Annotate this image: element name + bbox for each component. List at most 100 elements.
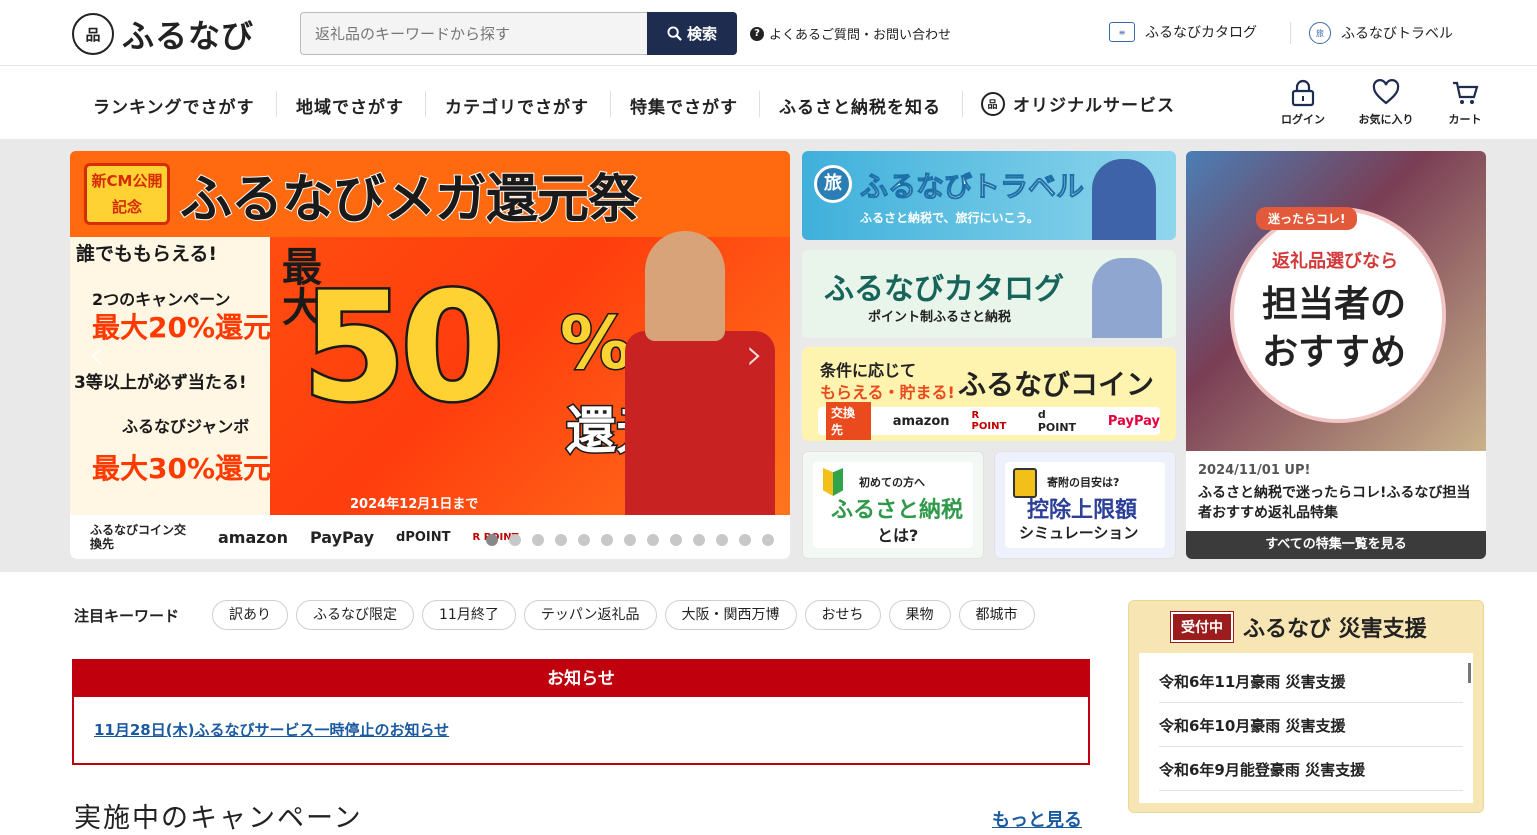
lock-icon	[1291, 79, 1315, 107]
nav-divider	[276, 91, 277, 117]
nav-about-furusato[interactable]: ふるさと納税を知る	[779, 93, 941, 118]
travel-banner-icon: 旅	[814, 165, 852, 203]
carousel-dot[interactable]	[693, 534, 705, 546]
banner-big-number: 50	[300, 259, 508, 438]
travel-link-label: ふるなびトラベル	[1341, 26, 1453, 42]
nav-region[interactable]: 地域でさがす	[296, 93, 404, 118]
header-divider	[1290, 22, 1291, 44]
recommend-date: 2024/11/01 UP!	[1198, 463, 1311, 478]
carousel-dot[interactable]	[509, 534, 521, 546]
nav-divider	[759, 91, 760, 117]
cart-label: カート	[1448, 113, 1482, 126]
search-icon	[667, 26, 682, 41]
carousel-dot[interactable]	[555, 534, 567, 546]
catalog-link[interactable]: ≡ ふるなびカタログ	[1109, 22, 1257, 42]
catalog-link-label: ふるなびカタログ	[1145, 25, 1257, 41]
disaster-support-panel: 受付中 ふるなび 災害支援 令和6年11月豪雨 災害支援 令和6年10月豪雨 災…	[1128, 600, 1484, 813]
nav-divider	[962, 91, 963, 117]
deduction-sim-inner: 寄附の目安は? 控除上限額 シミュレーション	[1005, 462, 1165, 548]
carousel-dot[interactable]	[716, 534, 728, 546]
site-logo[interactable]: 品 ふるなび	[72, 11, 254, 57]
catalog-banner-sub: ポイント制ふるさと納税	[868, 310, 1012, 325]
disaster-item[interactable]: 令和6年10月豪雨 災害支援	[1159, 715, 1463, 747]
keyword-chip[interactable]: ふるなび限定	[296, 600, 414, 630]
disaster-header: 受付中 ふるなび 災害支援	[1170, 611, 1427, 643]
keyword-chip[interactable]: 果物	[888, 600, 951, 630]
paypay-logo: PayPay	[1107, 413, 1160, 429]
beginner-card-sub: とは?	[877, 526, 919, 545]
main-carousel-banner[interactable]: 新CM公開記念 ふるなびメガ還元祭 誰でももらえる! 2つのキャンペーン 最大2…	[70, 151, 790, 559]
disaster-list-scrollbar[interactable]	[1468, 663, 1471, 683]
disaster-status-badge: 受付中	[1170, 611, 1234, 643]
travel-banner[interactable]: 旅 ふるなびトラベル ふるさと納税で、旅行にいこう。	[802, 151, 1176, 240]
recommend-description: ふるさと納税で迷ったらコレ!ふるなび担当者おすすめ返礼品特集	[1198, 485, 1471, 521]
keyword-chip[interactable]: おせち	[804, 600, 881, 630]
beginner-guide-inner: 初めての方へ ふるさと納税 とは?	[813, 462, 973, 548]
carousel-prev-icon[interactable]: ‹	[88, 329, 106, 380]
carousel-dot[interactable]	[532, 534, 544, 546]
login-button[interactable]: ログイン	[1273, 79, 1333, 127]
logo-mark-icon: 品	[72, 13, 114, 55]
cart-icon	[1453, 81, 1479, 104]
travel-icon: 旅	[1309, 22, 1331, 44]
catalog-banner-person	[1092, 258, 1162, 338]
notice-link[interactable]: 11月28日(木)ふるなびサービス一時停止のお知らせ	[94, 719, 449, 740]
banner-tag: 新CM公開記念	[84, 163, 170, 225]
search-button-label: 検索	[686, 25, 717, 43]
all-features-link[interactable]: すべての特集一覧を見る	[1186, 531, 1486, 559]
banner-pct-2: 最大30%還元	[92, 452, 272, 485]
deduction-card-main: 控除上限額	[1027, 498, 1138, 523]
keyword-list: 訳あり ふるなび限定 11月終了 テッパン返礼品 大阪・関西万博 おせち 果物 …	[212, 600, 1035, 630]
campaign-more-link[interactable]: もっと見る	[992, 806, 1082, 832]
paypay-logo: PayPay	[309, 527, 375, 547]
disaster-item[interactable]: 令和6年11月豪雨 災害支援	[1159, 671, 1463, 703]
dpoint-logo: d POINT	[1037, 408, 1077, 434]
recommend-line1: 返礼品選びなら	[1272, 251, 1398, 272]
keyword-chip[interactable]: テッパン返礼品	[523, 600, 657, 630]
deduction-sim-card[interactable]: 寄附の目安は? 控除上限額 シミュレーション	[994, 451, 1176, 559]
keyword-chip[interactable]: 訳あり	[212, 600, 288, 630]
favorites-button[interactable]: お気に入り	[1356, 79, 1416, 127]
coin-banner[interactable]: 条件に応じて もらえる・貯まる! ふるなびコイン 交換先 amazon R PO…	[802, 347, 1176, 441]
recommend-feature-card[interactable]: 迷ったらコレ! 返礼品選びなら 担当者の おすすめ 2024/11/01 UP!…	[1186, 151, 1486, 559]
travel-banner-sub: ふるさと納税で、旅行にいこう。	[860, 211, 1039, 225]
carousel-dot[interactable]	[739, 534, 751, 546]
beginner-guide-card[interactable]: 初めての方へ ふるさと納税 とは?	[802, 451, 984, 559]
catalog-banner[interactable]: ふるなびカタログ ポイント制ふるさと納税	[802, 250, 1176, 338]
coin-exchange-label: 交換先	[826, 402, 871, 440]
heart-icon	[1372, 79, 1400, 105]
carousel-dot[interactable]	[762, 534, 774, 546]
carousel-dot[interactable]	[601, 534, 613, 546]
campaign-section-title: 実施中のキャンペーン	[74, 803, 363, 834]
search-input[interactable]	[300, 12, 647, 55]
carousel-next-icon[interactable]: ›	[746, 329, 764, 380]
coin-exchange-strip: 交換先 amazon R POINT d POINT PayPay	[818, 402, 1160, 440]
keyword-chip[interactable]: 都城市	[958, 600, 1035, 630]
carousel-dot[interactable]	[670, 534, 682, 546]
travel-link[interactable]: 旅 ふるなびトラベル	[1309, 22, 1453, 44]
carousel-dot[interactable]	[578, 534, 590, 546]
banner-pct-1: 最大20%還元	[92, 311, 272, 344]
nav-category[interactable]: カテゴリでさがす	[445, 93, 589, 118]
question-icon: ?	[750, 26, 764, 41]
catalog-icon: ≡	[1109, 22, 1135, 42]
keyword-chip[interactable]: 11月終了	[422, 600, 516, 630]
dpoint-logo: dPOINT	[396, 529, 451, 545]
faq-link[interactable]: ? よくあるご質問・お問い合わせ	[750, 24, 951, 43]
original-service-icon: 品	[981, 91, 1005, 116]
catalog-banner-title: ふるなびカタログ	[824, 272, 1064, 307]
carousel-dot[interactable]	[647, 534, 659, 546]
nav-original-service[interactable]: 品 オリジナルサービス	[981, 91, 1175, 116]
keyword-chip[interactable]: 大阪・関西万博	[664, 600, 797, 630]
disaster-item[interactable]: 令和6年9月能登豪雨 災害支援	[1159, 759, 1463, 791]
carousel-dot[interactable]	[624, 534, 636, 546]
banner-date: 2024年12月1日まで	[350, 497, 479, 512]
cart-button[interactable]: カート	[1435, 79, 1495, 127]
nav-ranking[interactable]: ランキングでさがす	[93, 93, 255, 118]
keyword-label: 注目キーワード	[74, 607, 180, 625]
rpoint-logo: R POINT	[971, 410, 1007, 432]
main-nav: ランキングでさがす 地域でさがす カテゴリでさがす 特集でさがす ふるさと納税を…	[0, 67, 1537, 139]
carousel-dot[interactable]	[486, 534, 498, 546]
nav-feature[interactable]: 特集でさがす	[630, 93, 738, 118]
search-button[interactable]: 検索	[647, 12, 737, 55]
